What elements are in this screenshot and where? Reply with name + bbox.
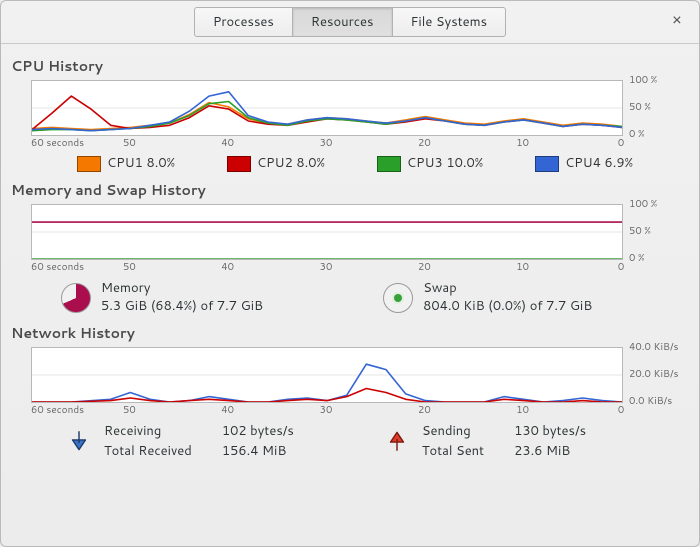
- receiving-block[interactable]: Receiving102 bytes/s Total Received156.4…: [66, 421, 324, 461]
- total-sent: 23.6 MiB: [514, 441, 616, 461]
- cpu-history-chart-row: 100 % 50 % 0 %: [11, 80, 689, 136]
- x-tick: 10: [516, 260, 529, 274]
- legend-cpu4[interactable]: CPU4 6.9%: [535, 154, 633, 172]
- tab-resources[interactable]: Resources: [292, 7, 393, 37]
- y-tick: 0 %: [629, 251, 645, 265]
- swatch-icon: [535, 156, 559, 172]
- mem-history-chart: [31, 204, 623, 260]
- net-x-axis: 60 seconds 50 40 30 20 10 0: [31, 403, 621, 417]
- close-icon[interactable]: ×: [667, 11, 687, 31]
- memory-block[interactable]: Memory 5.3 GiB (68.4%) of 7.7 GiB: [61, 280, 263, 315]
- net-history-chart: [31, 347, 623, 403]
- memory-summary: Memory 5.3 GiB (68.4%) of 7.7 GiB Swap 8…: [11, 274, 689, 317]
- swap-label: Swap: [423, 280, 592, 298]
- memory-detail: 5.3 GiB (68.4%) of 7.7 GiB: [101, 298, 263, 316]
- mem-history-title: Memory and Swap History: [11, 180, 689, 200]
- titlebar: Processes Resources File Systems ×: [1, 1, 699, 44]
- legend-cpu1[interactable]: CPU1 8.0%: [77, 154, 175, 172]
- swatch-icon: [227, 156, 251, 172]
- y-tick: 50 %: [629, 100, 651, 114]
- swatch-icon: [377, 156, 401, 172]
- cpu-legend: CPU1 8.0% CPU2 8.0% CPU3 10.0% CPU4 6.9%: [11, 150, 689, 174]
- mem-x-axis: 60 seconds 50 40 30 20 10 0: [31, 260, 621, 274]
- send-label: Sending: [422, 421, 514, 441]
- x-tick: 40: [221, 403, 234, 417]
- cpu-history-title: CPU History: [11, 56, 689, 76]
- recv-rate: 102 bytes/s: [222, 421, 324, 441]
- x-tick: 0: [618, 260, 624, 274]
- y-tick: 40.0 KiB/s: [629, 340, 679, 354]
- cpu-history-chart: [31, 80, 623, 136]
- y-tick: 20.0 KiB/s: [629, 367, 679, 381]
- tab-filesystems[interactable]: File Systems: [392, 7, 507, 37]
- cpu-y-axis: 100 % 50 % 0 %: [623, 80, 675, 134]
- x-tick: 0: [618, 403, 624, 417]
- x-tick: 60 seconds: [31, 136, 84, 150]
- net-history-chart-row: 40.0 KiB/s 20.0 KiB/s 0.0 KiB/s: [11, 347, 689, 403]
- x-tick: 20: [418, 136, 431, 150]
- x-tick: 50: [123, 260, 136, 274]
- legend-cpu3[interactable]: CPU3 10.0%: [377, 154, 483, 172]
- network-summary: Receiving102 bytes/s Total Received156.4…: [11, 417, 689, 461]
- mem-history-chart-row: 100 % 50 % 0 %: [11, 204, 689, 260]
- x-tick: 10: [516, 136, 529, 150]
- tab-processes[interactable]: Processes: [194, 7, 293, 37]
- swap-detail: 804.0 KiB (0.0%) of 7.7 GiB: [423, 298, 592, 316]
- y-tick: 0 %: [629, 127, 645, 141]
- y-tick: 100 %: [629, 197, 657, 211]
- swatch-icon: [77, 156, 101, 172]
- x-tick: 40: [221, 260, 234, 274]
- system-monitor-window: Processes Resources File Systems × CPU H…: [0, 0, 700, 547]
- net-history-title: Network History: [11, 323, 689, 343]
- legend-cpu2[interactable]: CPU2 8.0%: [227, 154, 325, 172]
- send-rate: 130 bytes/s: [514, 421, 616, 441]
- total-recv: 156.4 MiB: [222, 441, 324, 461]
- x-tick: 60 seconds: [31, 403, 84, 417]
- x-tick: 20: [418, 260, 431, 274]
- x-tick: 0: [618, 136, 624, 150]
- x-tick: 50: [123, 403, 136, 417]
- total-sent-label: Total Sent: [422, 441, 514, 461]
- arrow-up-icon: [384, 428, 410, 454]
- x-tick: 20: [418, 403, 431, 417]
- pie-icon: [383, 283, 413, 313]
- x-tick: 30: [320, 136, 333, 150]
- y-tick: 100 %: [629, 73, 657, 87]
- x-tick: 30: [320, 260, 333, 274]
- x-tick: 50: [123, 136, 136, 150]
- view-tabs: Processes Resources File Systems: [194, 7, 506, 37]
- pie-icon: [61, 283, 91, 313]
- total-recv-label: Total Received: [104, 441, 222, 461]
- cpu-x-axis: 60 seconds 50 40 30 20 10 0: [31, 136, 621, 150]
- mem-y-axis: 100 % 50 % 0 %: [623, 204, 675, 258]
- sending-block[interactable]: Sending130 bytes/s Total Sent23.6 MiB: [384, 421, 616, 461]
- memory-label: Memory: [101, 280, 263, 298]
- y-tick: 50 %: [629, 224, 651, 238]
- x-tick: 40: [221, 136, 234, 150]
- y-tick: 0.0 KiB/s: [629, 394, 672, 408]
- net-y-axis: 40.0 KiB/s 20.0 KiB/s 0.0 KiB/s: [623, 347, 675, 401]
- swap-block[interactable]: Swap 804.0 KiB (0.0%) of 7.7 GiB: [383, 280, 592, 315]
- resources-pane: CPU History 100 % 50 % 0 % 60 seconds 50…: [1, 44, 699, 469]
- x-tick: 60 seconds: [31, 260, 84, 274]
- x-tick: 10: [516, 403, 529, 417]
- recv-label: Receiving: [104, 421, 222, 441]
- arrow-down-icon: [66, 428, 92, 454]
- x-tick: 30: [320, 403, 333, 417]
